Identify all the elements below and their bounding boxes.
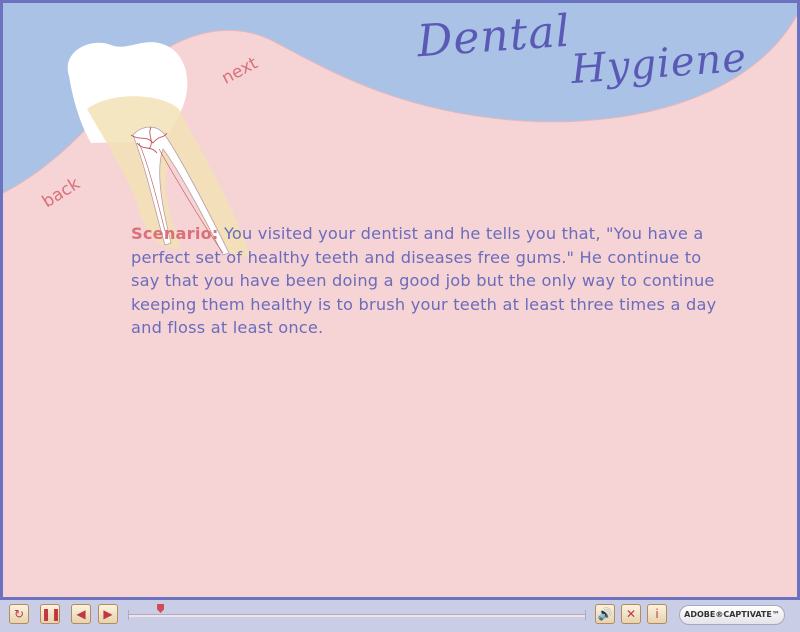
forward-icon: ▶ <box>103 607 113 621</box>
info-icon: i <box>655 607 659 621</box>
playback-bar: ↻ ❚❚ ◀ ▶ 🔊 ✕ i ADOBE®CAPTIVATE™ <box>0 600 800 632</box>
rewind-button[interactable]: ↻ <box>9 604 29 624</box>
close-button[interactable]: ✕ <box>621 604 641 624</box>
close-icon: ✕ <box>625 607 637 621</box>
audio-button[interactable]: 🔊 <box>595 604 615 624</box>
pause-icon: ❚❚ <box>41 607 62 621</box>
scenario-text: You visited your dentist and he tells yo… <box>131 224 717 337</box>
forward-button[interactable]: ▶ <box>98 604 118 624</box>
rewind-icon: ↻ <box>13 607 25 621</box>
track-end-cap <box>585 610 586 620</box>
back-icon: ◀ <box>76 607 86 621</box>
info-button[interactable]: i <box>647 604 667 624</box>
track-start-cap <box>128 610 129 620</box>
progress-thumb[interactable] <box>157 604 165 613</box>
slide-stage: Dental Hygiene next back Scenario: You v… <box>0 0 800 600</box>
captivate-logo[interactable]: ADOBE®CAPTIVATE™ <box>679 605 785 625</box>
pause-button[interactable]: ❚❚ <box>40 604 62 624</box>
audio-icon: 🔊 <box>597 607 613 621</box>
back-button[interactable]: ◀ <box>71 604 91 624</box>
scenario-paragraph: Scenario: You visited your dentist and h… <box>131 222 721 340</box>
scenario-label: Scenario: <box>131 224 219 243</box>
progress-track[interactable] <box>128 604 586 620</box>
title-dental: Dental <box>415 5 573 68</box>
